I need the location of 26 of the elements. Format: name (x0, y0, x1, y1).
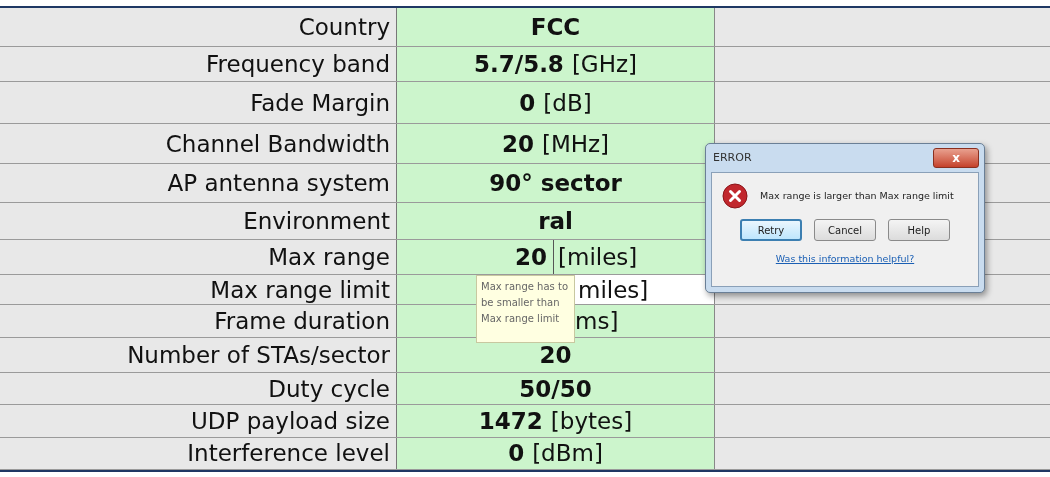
value-text: 50/50 (519, 375, 592, 402)
value-text: 0 (519, 89, 536, 116)
unit-text: [bytes] (550, 408, 633, 434)
value-text: 20 (539, 342, 572, 368)
unit-text: [dB] (543, 89, 592, 116)
value-text: 20 (501, 130, 534, 157)
value-text: 90° sector (489, 170, 622, 196)
dialog-button[interactable]: Help (888, 219, 950, 241)
value-text: 0 (508, 440, 525, 467)
unit-text: [miles] (558, 244, 638, 270)
dialog-button[interactable]: Retry (740, 219, 802, 241)
unit-text: [MHz] (541, 130, 610, 157)
unit-text: [GHz] (571, 51, 637, 77)
dialog-button[interactable]: Cancel (814, 219, 876, 241)
error-message: Max range is larger than Max range limit (760, 188, 954, 203)
value-text: 1472 (478, 408, 543, 434)
value-text: 5.7/5.8 (474, 51, 564, 77)
unit-text: ms] (575, 308, 619, 334)
value-text: 20 (515, 244, 547, 270)
dialog-title: ERROR (712, 149, 752, 166)
help-link[interactable]: Was this information helpful? (775, 252, 915, 267)
value-text: ral (538, 208, 573, 234)
error-icon (722, 183, 748, 209)
tooltip: Max range has to be smaller than Max range limit (476, 275, 575, 343)
unit-text: [dBm] (532, 440, 603, 467)
value-text: FCC (530, 14, 581, 40)
